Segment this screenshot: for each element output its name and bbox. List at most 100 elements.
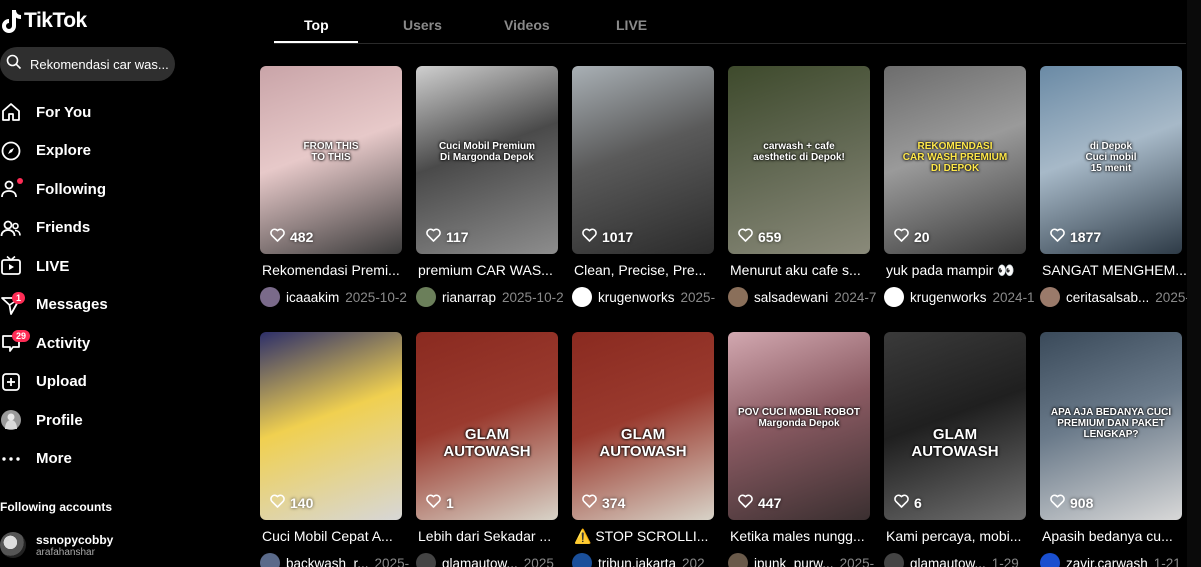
video-description[interactable]: premium CAR WAS... <box>418 262 568 278</box>
sidebar-item-more[interactable]: More <box>0 440 190 479</box>
avatar[interactable] <box>1040 287 1060 307</box>
video-card[interactable]: carwash + cafe aesthetic di Depok! 659 Men… <box>728 66 876 310</box>
video-description[interactable]: yuk pada mampir 👀 <box>886 262 1036 279</box>
author-username[interactable]: zavir.carwash <box>1066 556 1148 567</box>
scrollbar[interactable] <box>1187 0 1201 567</box>
video-card[interactable]: FROM THIS TO THIS 482 Rekomendasi Premi...… <box>260 66 407 310</box>
like-count-value: 6 <box>914 494 922 511</box>
avatar[interactable] <box>728 287 748 307</box>
video-card[interactable]: REKOMENDASI CAR WASH PREMIUM DI DEPOK 20 y… <box>884 66 1035 310</box>
heart-icon <box>1050 494 1065 511</box>
following-account-item[interactable]: ssnopycobby arafahanshar <box>0 532 113 558</box>
avatar[interactable] <box>884 553 904 567</box>
avatar[interactable] <box>416 287 436 307</box>
sidebar-item-label: Friends <box>36 219 91 237</box>
avatar[interactable] <box>572 553 592 567</box>
tab-users[interactable]: Users <box>403 17 442 33</box>
avatar[interactable] <box>1040 553 1060 567</box>
video-card[interactable]: di Depok Cuci mobil 15 menit 1877 SANGAT M… <box>1040 66 1190 310</box>
sidebar-item-upload[interactable]: Upload <box>0 363 190 402</box>
sidebar-item-live[interactable]: LIVE <box>0 247 190 286</box>
like-count: 1 <box>426 494 454 511</box>
video-author-row: icaaakim 2025-10-2 <box>260 286 416 308</box>
video-card[interactable]: POV CUCI MOBIL ROBOT Margonda Depok 447 Ke… <box>728 332 874 567</box>
video-description[interactable]: Rekomendasi Premi... <box>262 262 412 278</box>
video-description[interactable]: SANGAT MENGHEM... <box>1042 262 1192 278</box>
search-query[interactable]: Rekomendasi car was... <box>30 57 169 72</box>
video-description[interactable]: Clean, Precise, Pre... <box>574 262 724 278</box>
video-thumbnail[interactable]: APA AJA BEDANYA CUCI PREMIUM DAN PAKET L… <box>1040 332 1182 520</box>
author-username[interactable]: krugenworks <box>910 290 987 305</box>
author-username[interactable]: krugenworks <box>598 290 675 305</box>
video-card[interactable]: GLAM AUTOWASH 374 ⚠️ STOP SCROLLI... tribun… <box>572 332 714 567</box>
video-thumbnail[interactable]: POV CUCI MOBIL ROBOT Margonda Depok 447 <box>728 332 870 520</box>
video-author-row: krugenworks 2024-1 <box>884 286 1040 308</box>
more-dots-icon <box>0 448 22 470</box>
sidebar-item-friends[interactable]: Friends <box>0 209 190 248</box>
avatar <box>0 532 26 558</box>
like-count: 140 <box>270 494 313 511</box>
video-thumbnail[interactable]: 1017 <box>572 66 714 254</box>
tab-top[interactable]: Top <box>304 17 329 33</box>
video-thumbnail[interactable]: di Depok Cuci mobil 15 menit 1877 <box>1040 66 1182 254</box>
author-username[interactable]: ipunk_purw... <box>754 556 834 567</box>
author-username[interactable]: glamautow... <box>910 556 986 567</box>
sidebar-item-following[interactable]: Following <box>0 170 190 209</box>
video-thumbnail[interactable]: carwash + cafe aesthetic di Depok! 659 <box>728 66 870 254</box>
video-description[interactable]: Kami percaya, mobi... <box>886 528 1036 544</box>
video-card[interactable]: APA AJA BEDANYA CUCI PREMIUM DAN PAKET L… <box>1040 332 1182 567</box>
video-card[interactable]: Cuci Mobil Premium Di Margonda Depok 117 p… <box>416 66 564 310</box>
avatar[interactable] <box>416 553 436 567</box>
video-thumbnail[interactable]: GLAM AUTOWASH 6 <box>884 332 1026 520</box>
post-date: 2024-7 <box>834 289 877 305</box>
avatar[interactable] <box>260 287 280 307</box>
author-username[interactable]: icaaakim <box>286 290 339 305</box>
heart-icon <box>582 228 597 245</box>
sidebar-item-messages[interactable]: 1 Messages <box>0 286 190 325</box>
sidebar-item-explore[interactable]: Explore <box>0 132 190 171</box>
author-username[interactable]: rianarrap <box>442 290 496 305</box>
avatar[interactable] <box>260 553 280 567</box>
video-thumbnail[interactable]: Cuci Mobil Premium Di Margonda Depok 117 <box>416 66 558 254</box>
sidebar-item-activity[interactable]: 29 Activity <box>0 324 190 363</box>
video-description[interactable]: Lebih dari Sekadar ... <box>418 528 568 544</box>
video-thumbnail[interactable]: GLAM AUTOWASH 374 <box>572 332 714 520</box>
heart-icon <box>426 228 441 245</box>
video-card[interactable]: GLAM AUTOWASH 1 Lebih dari Sekadar ... glam… <box>416 332 558 567</box>
avatar[interactable] <box>884 287 904 307</box>
video-description[interactable]: Ketika males nungg... <box>730 528 880 544</box>
author-username[interactable]: tribun.jakarta <box>598 556 676 567</box>
author-username[interactable]: salsadewani <box>754 290 828 305</box>
video-card[interactable]: 1017 Clean, Precise, Pre... krugenworks 202… <box>572 66 715 310</box>
tiktok-logo[interactable]: TikTok <box>0 8 87 34</box>
thumbnail-caption: GLAM AUTOWASH <box>443 426 531 460</box>
video-description[interactable]: ⚠️ STOP SCROLLI... <box>574 528 724 545</box>
heart-icon <box>894 494 909 511</box>
video-description[interactable]: Apasih bedanya cu... <box>1042 528 1192 544</box>
sidebar-item-for-you[interactable]: For You <box>0 93 190 132</box>
sidebar-item-label: Messages <box>36 296 108 314</box>
search-input[interactable]: Rekomendasi car was... <box>0 47 175 81</box>
author-username[interactable]: backwash_r... <box>286 556 369 567</box>
video-thumbnail[interactable]: FROM THIS TO THIS 482 <box>260 66 402 254</box>
tiktok-note-icon <box>0 8 22 34</box>
post-date: 2024-1 <box>992 289 1035 305</box>
avatar[interactable] <box>728 553 748 567</box>
video-description[interactable]: Cuci Mobil Cepat A... <box>262 528 412 544</box>
tab-videos[interactable]: Videos <box>504 17 550 33</box>
like-count-value: 20 <box>914 228 930 245</box>
heart-icon <box>426 494 441 511</box>
sidebar-item-profile[interactable]: Profile <box>0 401 190 440</box>
author-username[interactable]: glamautow... <box>442 556 518 567</box>
video-thumbnail[interactable]: 140 <box>260 332 402 520</box>
video-thumbnail[interactable]: GLAM AUTOWASH 1 <box>416 332 558 520</box>
video-card[interactable]: 140 Cuci Mobil Cepat A... backwash_r... 202… <box>260 332 409 567</box>
tab-live[interactable]: LIVE <box>616 17 647 33</box>
video-card[interactable]: GLAM AUTOWASH 6 Kami percaya, mobi... glama… <box>884 332 1026 567</box>
like-count: 482 <box>270 228 313 245</box>
video-author-row: ipunk_purw... 2025- <box>728 552 884 567</box>
avatar[interactable] <box>572 287 592 307</box>
author-username[interactable]: ceritasalsab... <box>1066 290 1149 305</box>
video-thumbnail[interactable]: REKOMENDASI CAR WASH PREMIUM DI DEPOK 20 <box>884 66 1026 254</box>
video-description[interactable]: Menurut aku cafe s... <box>730 262 880 278</box>
